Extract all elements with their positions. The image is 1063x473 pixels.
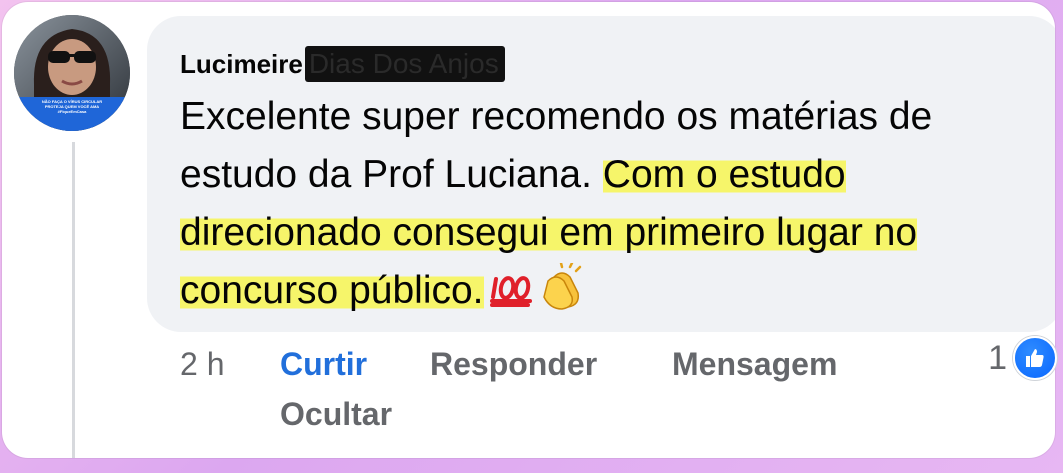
comment-text: Excelente super recomendo os matérias de… xyxy=(180,88,1040,328)
reaction-count: 1 xyxy=(988,338,1007,377)
author-redacted-name: Dias Dos Anjos xyxy=(304,46,505,82)
comment-card: NÃO FAÇA O VÍRUS CIRCULAR PROTEJA QUEM V… xyxy=(2,2,1055,458)
hundred-points-icon xyxy=(489,266,534,324)
comment-actions: 2 h Curtir Responder Mensagem xyxy=(180,346,837,383)
message-button[interactable]: Mensagem xyxy=(672,346,837,383)
reaction-summary[interactable]: 1 xyxy=(988,336,1057,380)
reply-button[interactable]: Responder xyxy=(430,346,672,383)
comment-time[interactable]: 2 h xyxy=(180,346,280,383)
comment-author[interactable]: Lucimeire Dias Dos Anjos xyxy=(180,44,505,84)
like-icon xyxy=(1013,336,1057,380)
like-button[interactable]: Curtir xyxy=(280,346,430,383)
avatar[interactable]: NÃO FAÇA O VÍRUS CIRCULAR PROTEJA QUEM V… xyxy=(14,15,130,131)
hide-button[interactable]: Ocultar xyxy=(280,396,392,433)
clapping-hands-icon xyxy=(540,261,586,328)
thread-line xyxy=(72,142,75,458)
avatar-frame-caption: NÃO FAÇA O VÍRUS CIRCULAR PROTEJA QUEM V… xyxy=(41,99,103,114)
author-first-name[interactable]: Lucimeire xyxy=(180,49,303,80)
